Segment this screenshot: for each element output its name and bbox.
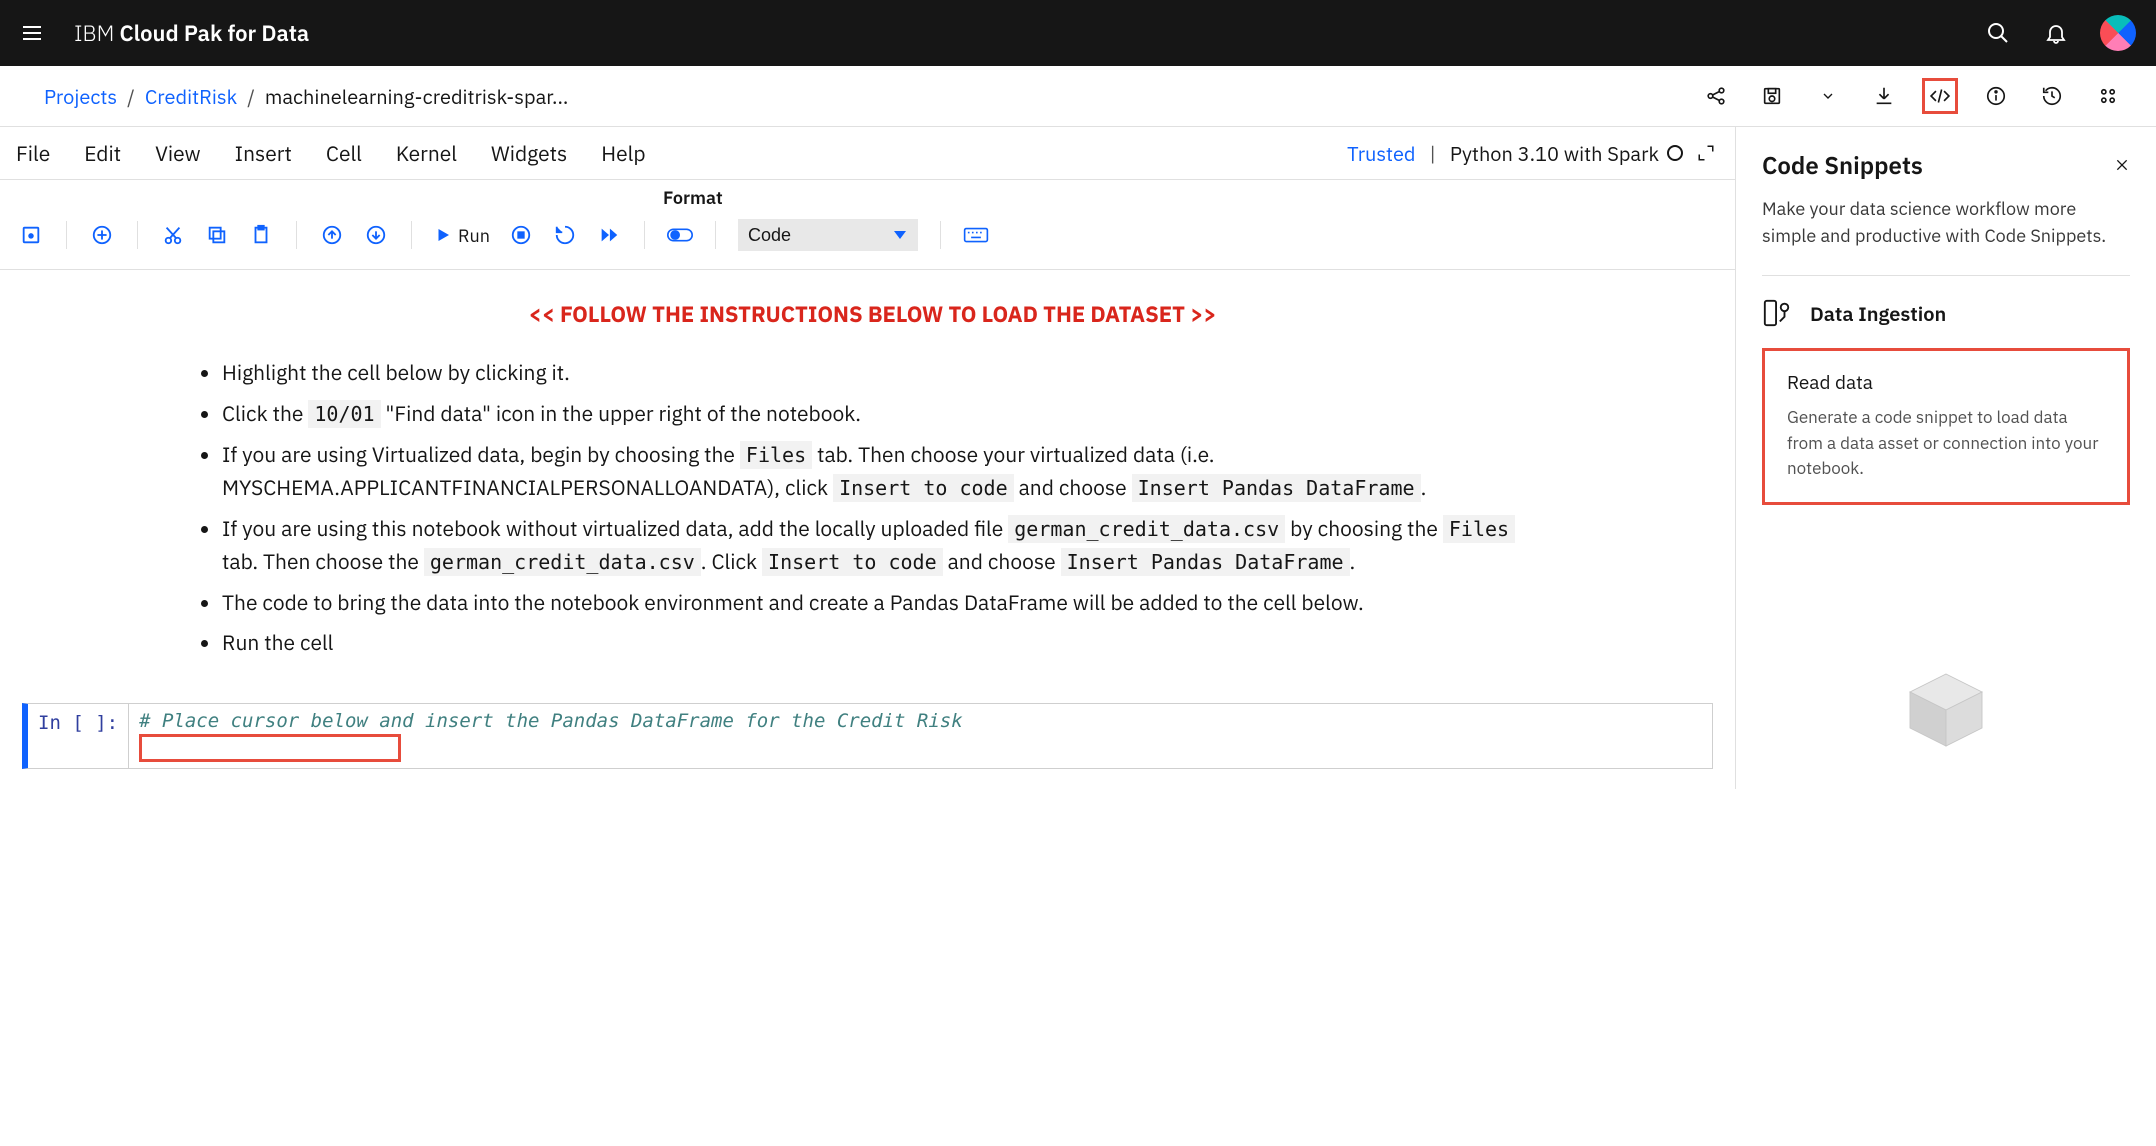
brand-title: IBM Cloud Pak for Data <box>74 19 309 48</box>
read-data-snippet[interactable]: Read data Generate a code snippet to loa… <box>1762 348 2130 505</box>
instruction-item: If you are using Virtualized data, begin… <box>222 438 1553 504</box>
info-icon[interactable] <box>1978 78 2014 114</box>
copy-icon[interactable] <box>204 222 230 248</box>
code-snippets-icon[interactable] <box>1922 78 1958 114</box>
section-title: Data Ingestion <box>1810 300 1946 327</box>
trusted-label[interactable]: Trusted <box>1347 140 1415 167</box>
cell-type-select[interactable]: Code <box>738 219 918 251</box>
download-icon[interactable] <box>1866 78 1902 114</box>
notifications-icon[interactable] <box>2042 19 2070 47</box>
maximize-icon[interactable] <box>1697 144 1715 162</box>
cell-prompt: In [ ]: <box>28 704 128 768</box>
add-cell-icon[interactable] <box>89 222 115 248</box>
run-button[interactable]: Run <box>434 224 490 247</box>
menu-help[interactable]: Help <box>601 139 645 167</box>
stop-icon[interactable] <box>508 222 534 248</box>
chevron-down-icon[interactable] <box>1810 78 1846 114</box>
data-ingestion-icon <box>1762 298 1792 328</box>
breadcrumb: Projects / CreditRisk / machinelearning-… <box>0 66 2156 127</box>
menu-widgets[interactable]: Widgets <box>491 139 567 167</box>
breadcrumb-current: machinelearning-creditrisk-spar... <box>265 83 568 110</box>
format-row: Format <box>0 180 1735 209</box>
snippet-desc: Generate a code snippet to load data fro… <box>1787 405 2105 482</box>
instruction-item: If you are using this notebook without v… <box>222 512 1553 578</box>
instructions-header: << FOLLOW THE INSTRUCTIONS BELOW TO LOAD… <box>192 298 1553 332</box>
move-up-icon[interactable] <box>319 222 345 248</box>
notebook-toolbar: Run Code <box>0 209 1735 270</box>
move-down-icon[interactable] <box>363 222 389 248</box>
snippet-title: Read data <box>1787 371 2105 395</box>
menu-icon[interactable] <box>20 21 44 45</box>
instruction-item: Highlight the cell below by clicking it. <box>222 356 1553 389</box>
instruction-item: The code to bring the data into the note… <box>222 586 1553 619</box>
breadcrumb-sep: / <box>247 83 255 110</box>
global-header: IBM Cloud Pak for Data <box>0 0 2156 66</box>
code-body[interactable]: # Place cursor below and insert the Pand… <box>128 704 1712 768</box>
save-version-icon[interactable] <box>1754 78 1790 114</box>
restart-run-all-icon[interactable] <box>596 222 622 248</box>
markdown-cell[interactable]: << FOLLOW THE INSTRUCTIONS BELOW TO LOAD… <box>22 290 1713 697</box>
close-icon[interactable] <box>2114 157 2130 173</box>
panel-title: Code Snippets <box>1762 149 1923 181</box>
menu-kernel[interactable]: Kernel <box>396 139 457 167</box>
panel-desc: Make your data science workflow more sim… <box>1762 195 2130 249</box>
kernel-name[interactable]: Python 3.10 with Spark <box>1450 140 1683 167</box>
paste-icon[interactable] <box>248 222 274 248</box>
avatar[interactable] <box>2100 15 2136 51</box>
history-icon[interactable] <box>2034 78 2070 114</box>
restart-icon[interactable] <box>552 222 578 248</box>
kernel-status-icon <box>1667 145 1683 161</box>
cursor-highlight <box>139 734 401 762</box>
menu-insert[interactable]: Insert <box>235 139 292 167</box>
search-icon[interactable] <box>1984 19 2012 47</box>
menu-view[interactable]: View <box>155 139 201 167</box>
kernel-sep: | <box>1430 140 1436 167</box>
notebook-content: << FOLLOW THE INSTRUCTIONS BELOW TO LOAD… <box>0 270 1735 789</box>
toggle-icon[interactable] <box>667 222 693 248</box>
instruction-item: Run the cell <box>222 626 1553 659</box>
cut-icon[interactable] <box>160 222 186 248</box>
share-icon[interactable] <box>1698 78 1734 114</box>
menu-file[interactable]: File <box>16 139 50 167</box>
empty-state-illustration <box>1762 665 2130 755</box>
breadcrumb-sep: / <box>127 83 135 110</box>
format-label: Format <box>663 186 723 209</box>
data-icon[interactable] <box>2090 78 2126 114</box>
code-cell[interactable]: In [ ]: # Place cursor below and insert … <box>22 703 1713 769</box>
keyboard-icon[interactable] <box>963 222 989 248</box>
breadcrumb-projects[interactable]: Projects <box>44 83 117 110</box>
divider <box>1762 275 2130 276</box>
instruction-item: Click the 10/01 "Find data" icon in the … <box>222 397 1553 430</box>
section-header: Data Ingestion <box>1762 298 2130 328</box>
breadcrumb-project[interactable]: CreditRisk <box>145 83 237 110</box>
save-icon[interactable] <box>18 222 44 248</box>
menu-edit[interactable]: Edit <box>84 139 121 167</box>
code-snippets-panel: Code Snippets Make your data science wor… <box>1736 127 2156 789</box>
notebook-menubar: File Edit View Insert Cell Kernel Widget… <box>0 127 1735 180</box>
menu-cell[interactable]: Cell <box>326 139 362 167</box>
notebook-area: File Edit View Insert Cell Kernel Widget… <box>0 127 1736 789</box>
